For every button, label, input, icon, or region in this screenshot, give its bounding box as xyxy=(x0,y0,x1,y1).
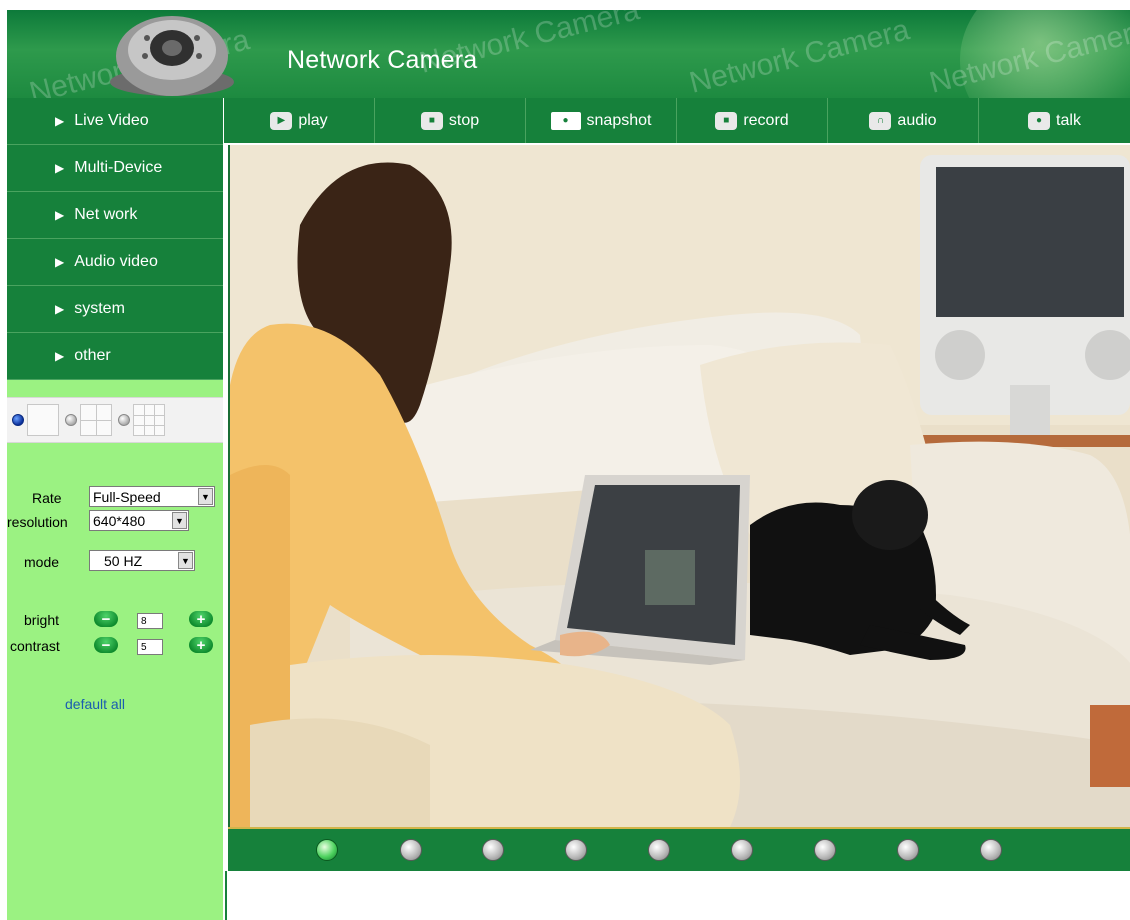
nine-view-icon[interactable] xyxy=(133,404,165,436)
camera-icon: ● xyxy=(550,111,581,130)
control-panel: Rate Full-Speed ▼ resolution 640*480 ▼ m… xyxy=(7,380,223,920)
live-video-image xyxy=(230,145,1130,827)
microphone-icon: ● xyxy=(1028,111,1051,130)
quad-view-icon[interactable] xyxy=(80,404,112,436)
triangle-right-icon: ▶ xyxy=(55,208,65,222)
play-button[interactable]: ▶ play xyxy=(224,98,375,143)
chevron-down-icon: ▼ xyxy=(178,552,193,569)
resolution-select[interactable]: 640*480 ▼ xyxy=(89,510,189,531)
rate-label: Rate xyxy=(32,490,62,506)
triangle-right-icon: ▶ xyxy=(55,349,65,363)
layout-selector xyxy=(7,397,223,443)
video-feed[interactable] xyxy=(228,145,1130,827)
stop-icon: ■ xyxy=(420,111,443,130)
camera-dome-icon xyxy=(110,16,234,96)
play-label: play xyxy=(298,111,328,129)
channel-bar xyxy=(228,827,1130,871)
menu-item-label: Live Video xyxy=(74,112,149,129)
menu-item-label: Net work xyxy=(74,206,138,223)
rate-select[interactable]: Full-Speed ▼ xyxy=(89,486,215,507)
record-label: record xyxy=(743,111,789,129)
left-menu: ▶ Live Video ▶ Multi-Device ▶ Net work ▶… xyxy=(7,98,223,380)
triangle-right-icon: ▶ xyxy=(55,302,65,316)
triangle-right-icon: ▶ xyxy=(55,255,65,269)
channel-8-button[interactable] xyxy=(897,839,919,861)
record-button[interactable]: ■ record xyxy=(677,98,828,143)
contrast-decrease-button[interactable]: − xyxy=(94,637,118,653)
triangle-right-icon: ▶ xyxy=(55,114,65,128)
talk-button[interactable]: ● talk xyxy=(979,98,1130,143)
layout-nine-radio[interactable] xyxy=(118,414,130,426)
channel-9-button[interactable] xyxy=(980,839,1002,861)
contrast-label: contrast xyxy=(10,638,60,654)
snapshot-label: snapshot xyxy=(586,111,652,129)
contrast-value-field[interactable]: 5 xyxy=(137,639,163,655)
default-all-link[interactable]: default all xyxy=(65,696,125,712)
menu-item-system[interactable]: ▶ system xyxy=(7,286,223,333)
menu-item-label: Audio video xyxy=(74,253,158,270)
menu-item-multi-device[interactable]: ▶ Multi-Device xyxy=(7,145,223,192)
channel-6-button[interactable] xyxy=(731,839,753,861)
mode-select[interactable]: 50 HZ ▼ xyxy=(89,550,195,571)
mode-label: mode xyxy=(24,554,60,570)
bright-value-field[interactable]: 8 xyxy=(137,613,163,629)
stop-button[interactable]: ■ stop xyxy=(375,98,526,143)
menu-item-live-video[interactable]: ▶ Live Video xyxy=(7,98,223,145)
rate-value: Full-Speed xyxy=(93,488,161,505)
resolution-label: resolution xyxy=(7,514,68,530)
channel-5-button[interactable] xyxy=(648,839,670,861)
bright-increase-button[interactable]: + xyxy=(189,611,213,627)
channel-3-button[interactable] xyxy=(482,839,504,861)
play-icon: ▶ xyxy=(270,111,293,130)
watermark-text: Network Camera xyxy=(686,13,913,98)
resolution-value: 640*480 xyxy=(93,512,146,529)
layout-quad-radio[interactable] xyxy=(65,414,77,426)
menu-item-network[interactable]: ▶ Net work xyxy=(7,192,223,239)
contrast-increase-button[interactable]: + xyxy=(189,637,213,653)
triangle-right-icon: ▶ xyxy=(55,161,65,175)
header-banner: Network Camera Network Camera Network Ca… xyxy=(7,10,1130,98)
channel-2-button[interactable] xyxy=(400,839,422,861)
menu-item-label: other xyxy=(74,347,111,364)
channel-4-button[interactable] xyxy=(565,839,587,861)
audio-label: audio xyxy=(897,111,937,129)
single-view-icon[interactable] xyxy=(27,404,59,436)
page-title: Network Camera xyxy=(287,46,478,74)
video-camera-icon: ■ xyxy=(715,111,738,130)
menu-item-audio-video[interactable]: ▶ Audio video xyxy=(7,239,223,286)
menu-item-other[interactable]: ▶ other xyxy=(7,333,223,380)
audio-button[interactable]: ∩ audio xyxy=(828,98,979,143)
bright-decrease-button[interactable]: − xyxy=(94,611,118,627)
stop-label: stop xyxy=(448,111,480,129)
channel-1-button[interactable] xyxy=(316,839,338,861)
menu-item-label: Multi-Device xyxy=(74,159,163,176)
headphones-icon: ∩ xyxy=(869,111,892,130)
mode-value: 50 HZ xyxy=(104,552,143,569)
chevron-down-icon: ▼ xyxy=(198,488,213,505)
bright-label: bright xyxy=(24,612,60,628)
chevron-down-icon: ▼ xyxy=(172,512,187,529)
toolbar: ▶ play ■ stop ● snapshot ■ record ∩ audi… xyxy=(224,98,1130,143)
snapshot-button[interactable]: ● snapshot xyxy=(526,98,677,143)
divider xyxy=(225,871,227,920)
layout-single-radio[interactable] xyxy=(12,414,24,426)
menu-item-label: system xyxy=(74,300,125,317)
talk-label: talk xyxy=(1056,111,1081,129)
channel-7-button[interactable] xyxy=(814,839,836,861)
